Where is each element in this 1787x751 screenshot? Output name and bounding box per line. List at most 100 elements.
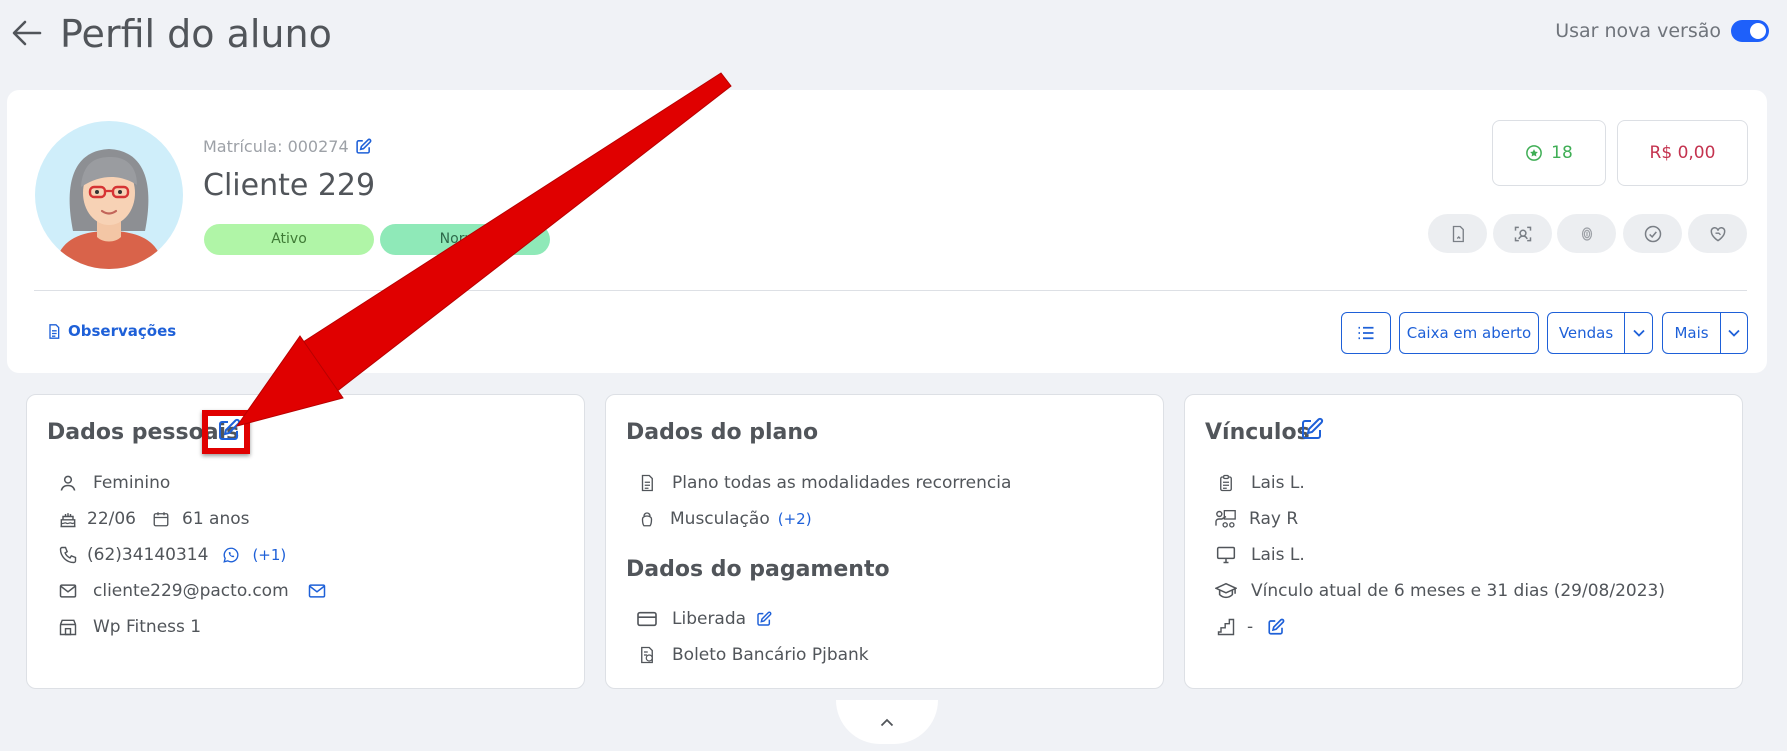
- status-badge-ativo: Ativo: [204, 224, 374, 255]
- plan-value: Plano todas as modalidades recorrencia: [672, 473, 1012, 493]
- payment-status-value: Liberada: [672, 609, 747, 629]
- clipboard-icon: [1215, 472, 1237, 494]
- vendas-button[interactable]: Vendas: [1548, 313, 1625, 353]
- send-email-icon[interactable]: [307, 581, 327, 601]
- new-version-label: Usar nova versão: [1555, 20, 1721, 42]
- back-arrow-icon[interactable]: [10, 16, 44, 50]
- unit-row: Wp Fitness 1: [57, 615, 201, 639]
- dados-plano-card: Dados do plano Plano todas as modalidade…: [605, 394, 1164, 689]
- modality-extra-link[interactable]: (+2): [778, 510, 812, 528]
- gender-value: Feminino: [93, 473, 171, 493]
- matricula: Matrícula: 000274: [203, 137, 372, 156]
- vinculo-atual-row: Vínculo atual de 6 meses e 31 dias (29/0…: [1215, 579, 1665, 603]
- vinculos-card: Vínculos Lais L. Ray R Lais L. Vínculo a…: [1184, 394, 1743, 689]
- cake-icon: [57, 508, 79, 530]
- contract-icon: [636, 472, 658, 494]
- fingerprint-button[interactable]: [1557, 214, 1616, 253]
- modality-row: Musculação (+2): [636, 507, 812, 531]
- plan-row: Plano todas as modalidades recorrencia: [636, 471, 1011, 495]
- phone-value: (62)34140314: [87, 545, 209, 565]
- professor-value: Ray R: [1249, 509, 1299, 529]
- graduation-cap-icon: [1215, 580, 1237, 602]
- professor-tw-row: Lais L.: [1215, 543, 1305, 567]
- email-value: cliente229@pacto.com: [93, 581, 289, 601]
- mais-dropdown[interactable]: [1721, 313, 1747, 353]
- chevron-down-icon: [1632, 329, 1645, 337]
- mais-split-button: Mais: [1662, 312, 1748, 354]
- professor-row: Ray R: [1215, 507, 1298, 531]
- consultor-row: Lais L.: [1215, 471, 1305, 495]
- document-sign-icon: [1449, 225, 1467, 243]
- collapse-button[interactable]: [836, 700, 938, 744]
- dados-pagamento-title: Dados do pagamento: [626, 557, 890, 582]
- edit-vinculos-icon[interactable]: [1300, 417, 1324, 441]
- age-value: 61 anos: [182, 509, 250, 529]
- client-name: Cliente 229: [203, 168, 376, 203]
- payment-method-value: Boleto Bancário Pjbank: [672, 645, 869, 665]
- invoice-icon: [636, 644, 658, 666]
- dados-plano-title: Dados do plano: [626, 420, 819, 445]
- caixa-em-aberto-button[interactable]: Caixa em aberto: [1399, 312, 1539, 354]
- chevron-down-icon: [1728, 329, 1740, 337]
- phone-extra-link[interactable]: (+1): [252, 546, 286, 564]
- birthday-value: 22/06: [87, 509, 136, 529]
- payment-status-row: Liberada: [636, 607, 772, 631]
- teacher-icon: [1215, 508, 1237, 530]
- vendas-dropdown[interactable]: [1625, 313, 1652, 353]
- phone-row: (62)34140314 (+1): [57, 543, 286, 567]
- payment-method-row: Boleto Bancário Pjbank: [636, 643, 869, 667]
- observacoes-label: Observações: [68, 322, 177, 340]
- mail-icon: [57, 580, 79, 602]
- health-button[interactable]: [1688, 214, 1747, 253]
- nivel-row: -: [1215, 615, 1285, 639]
- nivel-value: -: [1247, 617, 1254, 637]
- list-icon: [1357, 325, 1375, 341]
- heart-handshake-icon: [1708, 224, 1728, 244]
- monitor-icon: [1215, 544, 1237, 566]
- star-badge-icon: [1525, 144, 1543, 162]
- page-title: Perfil do aluno: [60, 12, 332, 56]
- vinculo-atual-value: Vínculo atual de 6 meses e 31 dias (29/0…: [1251, 581, 1665, 601]
- stairs-icon: [1215, 616, 1237, 638]
- chevron-up-icon: [880, 718, 894, 727]
- document-icon: [46, 323, 62, 340]
- edit-matricula-icon[interactable]: [355, 138, 372, 155]
- birthday-row: 22/06 61 anos: [57, 507, 250, 531]
- list-button[interactable]: [1341, 312, 1391, 354]
- check-in-button[interactable]: [1623, 214, 1682, 253]
- professor-tw-value: Lais L.: [1251, 545, 1305, 565]
- status-badge-normal: Normal: [380, 224, 550, 255]
- user-icon: [57, 472, 79, 494]
- modality-value: Musculação: [670, 509, 770, 529]
- unit-value: Wp Fitness 1: [93, 617, 202, 637]
- balance-card[interactable]: R$ 0,00: [1617, 120, 1748, 186]
- new-version-toggle[interactable]: [1731, 20, 1769, 42]
- divider: [34, 290, 1747, 291]
- phone-icon: [57, 544, 79, 566]
- calendar-icon: [150, 508, 172, 530]
- annotation-highlight-box: [202, 410, 250, 454]
- vinculos-title: Vínculos: [1205, 420, 1310, 445]
- avatar: [35, 121, 183, 269]
- whatsapp-icon[interactable]: [222, 546, 240, 564]
- points-card[interactable]: 18: [1492, 120, 1606, 186]
- fingerprint-icon: [1578, 225, 1596, 243]
- check-circle-icon: [1643, 224, 1663, 244]
- face-recognition-button[interactable]: [1493, 214, 1552, 253]
- gender-row: Feminino: [57, 471, 170, 495]
- face-scan-icon: [1513, 224, 1533, 244]
- points-value: 18: [1551, 143, 1573, 163]
- edit-payment-icon[interactable]: [756, 611, 772, 627]
- balance-value: R$ 0,00: [1649, 143, 1716, 163]
- email-row: cliente229@pacto.com: [57, 579, 327, 603]
- matricula-label: Matrícula: 000274: [203, 137, 349, 156]
- observacoes-link[interactable]: Observações: [46, 322, 176, 340]
- credit-card-icon: [636, 608, 658, 630]
- contract-button[interactable]: [1428, 214, 1487, 253]
- vendas-split-button: Vendas: [1547, 312, 1653, 354]
- edit-nivel-icon[interactable]: [1267, 618, 1285, 636]
- mais-button[interactable]: Mais: [1663, 313, 1721, 353]
- consultor-value: Lais L.: [1251, 473, 1305, 493]
- store-icon: [57, 616, 79, 638]
- dados-pessoais-card: Dados pessoais Feminino 22/06 61 anos (6…: [26, 394, 585, 689]
